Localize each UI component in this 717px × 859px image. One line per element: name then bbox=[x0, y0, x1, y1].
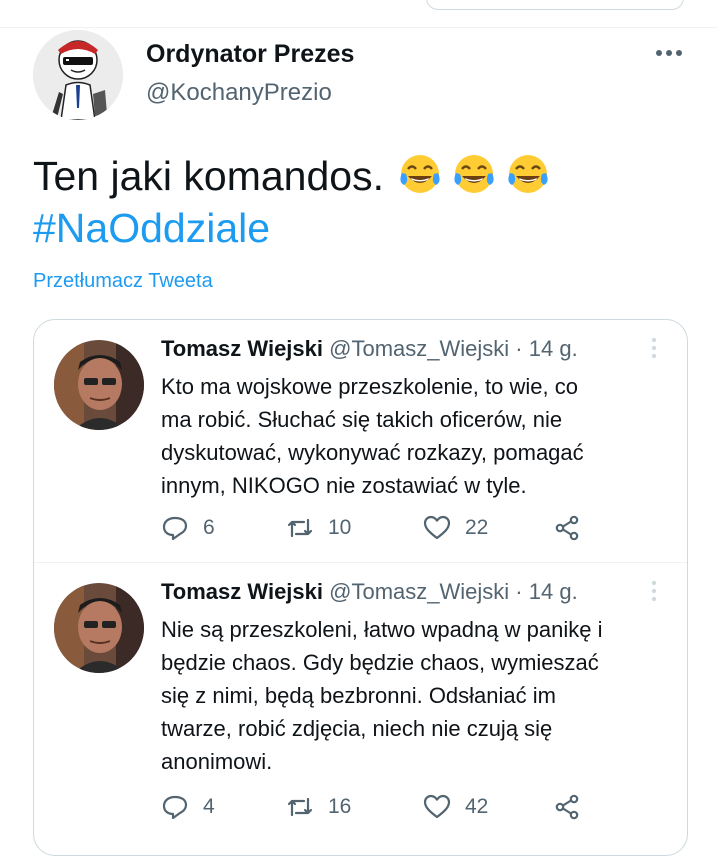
quoted-tweet-text-line: dyskutować, wykonywać rozkazy, pomagać bbox=[161, 440, 584, 465]
author-name[interactable]: Ordynator Prezes bbox=[146, 40, 354, 69]
face-with-tears-of-joy-emoji-icon bbox=[508, 155, 548, 193]
quoted-tweet-text-line: Nie są przeszkoleni, łatwo wpadną w pani… bbox=[161, 617, 603, 642]
reply-button[interactable]: 4 bbox=[161, 792, 215, 822]
separator-dot: · bbox=[515, 579, 523, 604]
quoted-thread-card[interactable]: Tomasz Wiejski @Tomasz_Wiejski · 14 g. K… bbox=[33, 319, 688, 856]
share-icon bbox=[555, 794, 579, 820]
quoted-tweet-text: Nie są przeszkoleni, łatwo wpadną w pani… bbox=[161, 613, 661, 778]
quoted-tweet-text-line: anonimowi. bbox=[161, 749, 273, 774]
reply-icon bbox=[162, 516, 188, 541]
tweet-actions: 6 10 22 bbox=[161, 513, 621, 543]
tweet-text: Ten jaki komandos. #NaOddziale bbox=[33, 150, 673, 254]
retweet-icon bbox=[287, 518, 313, 538]
retweet-button[interactable]: 10 bbox=[286, 513, 351, 543]
quoted-tweet-text-line: się z nimi, będą bezbronni. Odsłaniać im bbox=[161, 683, 556, 708]
more-options-icon[interactable] bbox=[654, 44, 684, 62]
share-icon bbox=[555, 515, 579, 541]
retweet-count: 16 bbox=[328, 795, 352, 818]
reply-count: 4 bbox=[203, 795, 215, 818]
share-button[interactable] bbox=[553, 792, 581, 822]
like-button[interactable]: 22 bbox=[423, 513, 488, 543]
quoted-tweet-time[interactable]: 14 g. bbox=[529, 579, 578, 604]
retweet-icon bbox=[287, 797, 313, 817]
quoted-tweet-text-line: Kto ma wojskowe przeszkolenie, to wie, c… bbox=[161, 374, 578, 399]
reply-icon bbox=[162, 795, 188, 820]
quoted-tweet-text-line: będzie chaos. Gdy będzie chaos, wymiesza… bbox=[161, 650, 599, 675]
heart-icon bbox=[423, 515, 451, 540]
header-divider bbox=[0, 27, 717, 28]
reply-button[interactable]: 6 bbox=[161, 513, 215, 543]
quoted-tweet-time[interactable]: 14 g. bbox=[529, 336, 578, 361]
tweet-actions: 4 16 42 bbox=[161, 792, 621, 822]
quoted-tweet-text-line: ma robić. Słuchać się takich oficerów, n… bbox=[161, 407, 563, 432]
quoted-author-handle[interactable]: @Tomasz_Wiejski bbox=[329, 336, 509, 361]
quoted-author-handle[interactable]: @Tomasz_Wiejski bbox=[329, 579, 509, 604]
author-handle[interactable]: @KochanyPrezio bbox=[146, 79, 332, 107]
hashtag-link[interactable]: #NaOddziale bbox=[33, 202, 673, 254]
quoted-author-name[interactable]: Tomasz Wiejski bbox=[161, 336, 323, 361]
quoted-tweet-text-line: innym, NIKOGO nie zostawiać w tyle. bbox=[161, 473, 527, 498]
quoted-tweet-text-line: twarze, robić zdjęcia, niech nie czują s… bbox=[161, 716, 553, 741]
heart-icon bbox=[423, 794, 451, 819]
more-options-icon[interactable] bbox=[644, 579, 664, 605]
retweet-count: 10 bbox=[328, 516, 352, 539]
translate-tweet-link[interactable]: Przetłumacz Tweeta bbox=[33, 270, 213, 293]
tweet-text-line: Ten jaki komandos. bbox=[33, 150, 673, 202]
reply-count: 6 bbox=[203, 516, 215, 539]
cartoon-avatar-icon bbox=[33, 30, 123, 120]
quoted-tweet-text: Kto ma wojskowe przeszkolenie, to wie, c… bbox=[161, 370, 661, 502]
quoted-tweet-header: Tomasz Wiejski @Tomasz_Wiejski · 14 g. bbox=[161, 336, 578, 362]
quoted-author-avatar[interactable] bbox=[54, 340, 144, 430]
author-avatar[interactable] bbox=[33, 30, 123, 120]
separator-dot: · bbox=[515, 336, 523, 361]
quoted-tweet[interactable]: Tomasz Wiejski @Tomasz_Wiejski · 14 g. N… bbox=[34, 563, 687, 855]
like-count: 42 bbox=[465, 795, 489, 818]
quoted-author-avatar[interactable] bbox=[54, 583, 144, 673]
face-with-tears-of-joy-emoji-icon bbox=[454, 155, 494, 193]
profile-photo-icon bbox=[54, 340, 144, 430]
quoted-tweet-header: Tomasz Wiejski @Tomasz_Wiejski · 14 g. bbox=[161, 579, 578, 605]
quoted-author-name[interactable]: Tomasz Wiejski bbox=[161, 579, 323, 604]
face-with-tears-of-joy-emoji-icon bbox=[400, 155, 440, 193]
share-button[interactable] bbox=[553, 513, 581, 543]
tweet-body: Ten jaki komandos. bbox=[33, 153, 384, 199]
more-options-icon[interactable] bbox=[644, 336, 664, 362]
like-count: 22 bbox=[465, 516, 489, 539]
profile-photo-icon bbox=[54, 583, 144, 673]
quoted-tweet[interactable]: Tomasz Wiejski @Tomasz_Wiejski · 14 g. K… bbox=[34, 320, 687, 562]
search-bar[interactable] bbox=[426, 0, 684, 10]
like-button[interactable]: 42 bbox=[423, 792, 488, 822]
retweet-button[interactable]: 16 bbox=[286, 792, 351, 822]
